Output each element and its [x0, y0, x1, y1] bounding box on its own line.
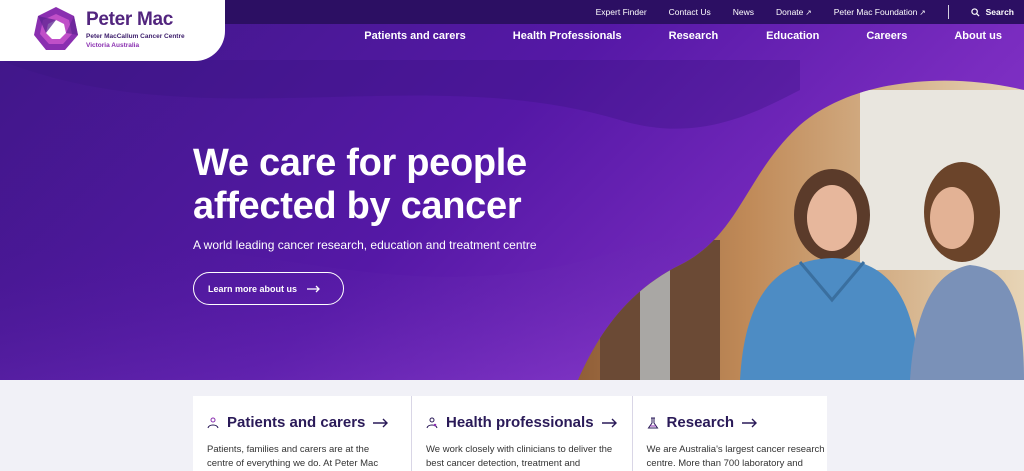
foundation-label: Peter Mac Foundation: [833, 7, 918, 17]
health-professionals-icon: [426, 417, 438, 428]
site-logo[interactable]: Peter Mac Peter MacCallum Cancer Centre …: [0, 0, 225, 61]
card-title: Health professionals: [446, 414, 594, 431]
arrow-right-icon: [373, 418, 389, 427]
card-health-professionals[interactable]: Health professionals We work closely wit…: [411, 396, 632, 471]
research-icon: [647, 417, 659, 428]
nav-education[interactable]: Education: [766, 30, 819, 42]
search-icon: [970, 7, 980, 17]
hero-subtitle: A world leading cancer research, educati…: [193, 238, 537, 252]
card-title: Research: [666, 414, 735, 431]
patients-icon: [207, 417, 219, 428]
card-research[interactable]: Research We are Australia's largest canc…: [631, 396, 851, 471]
arrow-right-icon: [307, 285, 320, 292]
utility-link-contact-us[interactable]: Contact Us: [669, 7, 711, 17]
peter-mac-logo-icon: [34, 7, 78, 50]
utility-link-expert-finder[interactable]: Expert Finder: [596, 7, 647, 17]
learn-more-button[interactable]: Learn more about us: [193, 272, 344, 305]
brand-line1: Peter MacCallum Cancer Centre: [86, 33, 185, 40]
hero-title-line2: affected by cancer: [193, 185, 522, 227]
brand-line2: Victoria Australia: [86, 42, 140, 49]
audience-cards: Patients and carers Patients, families a…: [193, 396, 827, 471]
search-label: Search: [985, 7, 1014, 17]
nav-health-professionals[interactable]: Health Professionals: [513, 30, 622, 42]
utility-divider: [947, 5, 949, 19]
nav-research[interactable]: Research: [669, 30, 719, 42]
external-link-icon: ↗: [805, 8, 812, 17]
hero-title: We care for people affected by cancer: [193, 142, 593, 228]
brand-name: Peter Mac: [86, 9, 174, 30]
card-patients-and-carers[interactable]: Patients and carers Patients, families a…: [193, 396, 411, 471]
utility-link-foundation[interactable]: Peter Mac Foundation ↗: [834, 7, 926, 17]
utility-link-donate[interactable]: Donate ↗: [776, 7, 812, 17]
arrow-right-icon: [601, 418, 617, 427]
utility-link-news[interactable]: News: [733, 7, 754, 17]
search-button[interactable]: Search: [970, 7, 1014, 17]
card-title: Patients and carers: [227, 414, 366, 431]
nav-careers[interactable]: Careers: [866, 30, 907, 42]
donate-label: Donate: [775, 7, 804, 17]
nav-patients-and-carers[interactable]: Patients and carers: [364, 30, 466, 42]
external-link-icon: ↗: [919, 8, 926, 17]
utility-nav: Expert Finder Contact Us News Donate ↗ Pe…: [596, 0, 1014, 24]
arrow-right-icon: [742, 418, 758, 427]
card-description: We work closely with clinicians to deliv…: [426, 444, 613, 469]
nav-about-us[interactable]: About us: [954, 30, 1002, 42]
card-description: We are Australia's largest cancer resear…: [646, 444, 825, 469]
hero-title-line1: We care for people: [193, 142, 527, 184]
card-description: Patients, families and carers are at the…: [207, 444, 379, 469]
main-nav: Patients and carers Health Professionals…: [364, 30, 1002, 42]
learn-more-label: Learn more about us: [208, 283, 298, 294]
